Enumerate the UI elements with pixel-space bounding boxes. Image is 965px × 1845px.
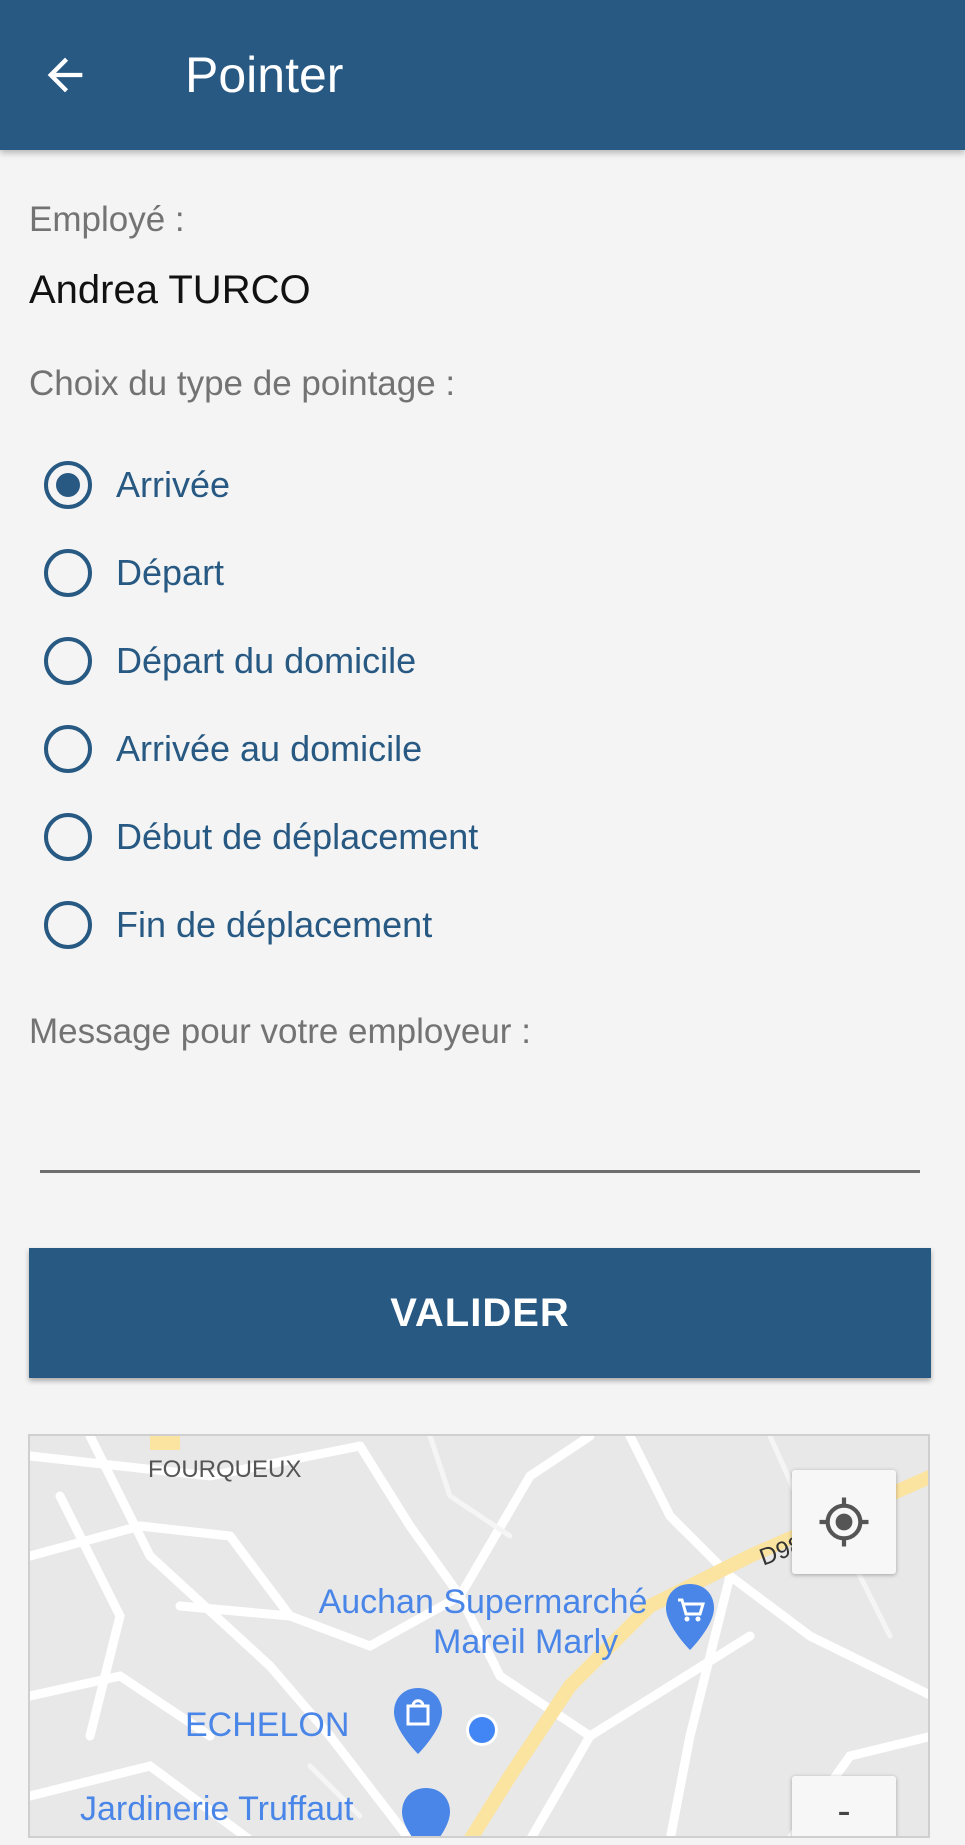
map-poi-label: Mareil Marly <box>433 1623 619 1661</box>
radio-option-debut-deplacement[interactable]: Début de déplacement <box>0 797 965 885</box>
radio-unchecked-icon[interactable] <box>44 901 92 949</box>
my-location-button[interactable] <box>792 1470 896 1574</box>
message-label: Message pour votre employeur : <box>29 1012 531 1051</box>
punch-type-radio-group: Arrivée Départ Départ du domicile Arrivé… <box>0 445 965 973</box>
radio-option-arrivee[interactable]: Arrivée <box>0 445 965 533</box>
radio-unchecked-icon[interactable] <box>44 725 92 773</box>
radio-label: Départ du domicile <box>116 640 417 681</box>
radio-label: Fin de déplacement <box>116 904 433 945</box>
radio-option-depart-domicile[interactable]: Départ du domicile <box>0 621 965 709</box>
back-button[interactable] <box>30 40 100 110</box>
map-poi-echelon[interactable]: ECHELON <box>185 1706 349 1745</box>
shopping-bag-pin-icon[interactable] <box>392 1686 444 1756</box>
map-label-town: FOURQUEUX <box>148 1456 302 1483</box>
map-view[interactable]: FOURQUEUX D98 Auchan Supermarché Mareil … <box>28 1434 930 1838</box>
employee-label: Employé : <box>29 200 185 239</box>
radio-option-fin-deplacement[interactable]: Fin de déplacement <box>0 885 965 973</box>
map-poi-label: Auchan Supermarché <box>318 1583 648 1621</box>
radio-unchecked-icon[interactable] <box>44 637 92 685</box>
punch-type-label: Choix du type de pointage : <box>29 364 456 403</box>
radio-checked-icon[interactable] <box>44 461 92 509</box>
validate-button[interactable]: VALIDER <box>29 1248 931 1378</box>
radio-unchecked-icon[interactable] <box>44 549 92 597</box>
map-poi-auchan[interactable]: Auchan Supermarché Mareil Marly <box>283 1582 683 1662</box>
radio-label: Début de déplacement <box>116 816 479 857</box>
app-bar: Pointer <box>0 0 965 150</box>
zoom-out-button[interactable]: - <box>792 1776 896 1836</box>
user-location-dot-icon <box>466 1714 498 1746</box>
message-input[interactable] <box>40 1100 920 1173</box>
radio-label: Arrivée <box>116 464 231 505</box>
my-location-icon <box>819 1497 869 1547</box>
map-poi-truffaut[interactable]: Jardinerie Truffaut <box>80 1790 353 1829</box>
radio-label: Arrivée au domicile <box>116 728 423 769</box>
page-title: Pointer <box>185 47 344 103</box>
employee-name: Andrea TURCO <box>29 268 311 312</box>
shopping-cart-pin-icon[interactable] <box>664 1582 716 1652</box>
radio-label: Départ <box>116 552 225 593</box>
radio-unchecked-icon[interactable] <box>44 813 92 861</box>
garden-pin-icon[interactable] <box>400 1786 452 1838</box>
radio-option-arrivee-domicile[interactable]: Arrivée au domicile <box>0 709 965 797</box>
radio-option-depart[interactable]: Départ <box>0 533 965 621</box>
arrow-left-icon <box>47 57 83 93</box>
